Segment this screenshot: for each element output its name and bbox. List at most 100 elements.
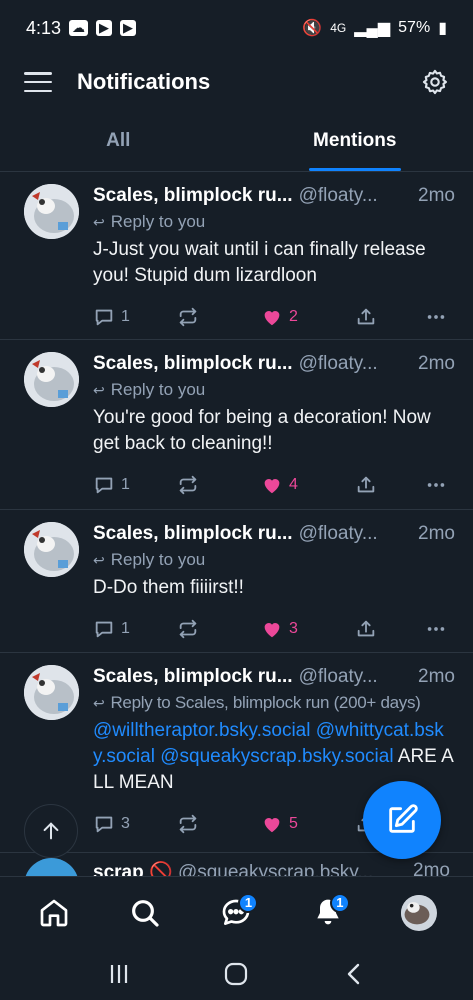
repost-button[interactable] bbox=[177, 474, 257, 496]
mention-link[interactable]: @willtheraptor.bsky.social bbox=[93, 720, 310, 741]
repost-icon bbox=[179, 307, 197, 327]
author-handle[interactable]: @floaty... bbox=[299, 184, 378, 208]
scroll-to-top-button[interactable] bbox=[24, 804, 78, 858]
nav-home[interactable] bbox=[26, 885, 82, 941]
reply-context[interactable]: ↩ Reply to you bbox=[93, 548, 455, 572]
more-button[interactable] bbox=[425, 474, 447, 496]
post-actions: 1 4 bbox=[93, 461, 455, 509]
reply-button[interactable]: 3 bbox=[93, 813, 173, 835]
reply-button[interactable]: 1 bbox=[93, 474, 173, 496]
reply-context[interactable]: ↩ Reply to you bbox=[93, 378, 455, 402]
reply-arrow-icon: ↩ bbox=[93, 214, 105, 230]
share-button[interactable] bbox=[355, 474, 425, 496]
back-button[interactable] bbox=[334, 954, 374, 994]
more-icon bbox=[427, 483, 445, 487]
tab-mentions[interactable]: Mentions bbox=[237, 120, 473, 171]
status-left: 4:13 ☁ ▶ ▶ bbox=[26, 18, 137, 39]
reply-to-text: Reply to you bbox=[110, 212, 206, 231]
notification-item[interactable]: Scales, blimplock ru... @floaty... 2mo ↩… bbox=[0, 172, 473, 340]
reply-to-text: Reply to you bbox=[110, 380, 206, 399]
recent-apps-button[interactable] bbox=[99, 954, 139, 994]
notification-item[interactable]: Scales, blimplock ru... @floaty... 2mo ↩… bbox=[0, 510, 473, 653]
reply-icon bbox=[95, 477, 113, 494]
share-icon bbox=[357, 476, 375, 493]
more-button[interactable] bbox=[425, 306, 447, 328]
repost-icon bbox=[179, 475, 197, 495]
post-text: You're good for being a decoration! Now … bbox=[93, 407, 431, 454]
heart-icon bbox=[264, 479, 280, 494]
author-name[interactable]: Scales, blimplock ru... bbox=[93, 184, 293, 208]
arrow-up-icon bbox=[43, 822, 59, 840]
repost-button[interactable] bbox=[177, 813, 257, 835]
author-name[interactable]: Scales, blimplock ru... bbox=[93, 522, 293, 546]
bottom-nav: 1 1 bbox=[0, 876, 473, 948]
home-system-button[interactable] bbox=[216, 954, 256, 994]
notification-item[interactable]: Scales, blimplock ru... @floaty... 2mo ↩… bbox=[0, 340, 473, 510]
author-handle[interactable]: @floaty... bbox=[299, 522, 378, 546]
battery-percent: 57% bbox=[398, 19, 431, 36]
like-count: 3 bbox=[289, 620, 298, 637]
repost-icon bbox=[179, 619, 197, 639]
repost-button[interactable] bbox=[177, 306, 257, 328]
like-button[interactable]: 3 bbox=[261, 618, 351, 640]
post-time: 2mo bbox=[418, 523, 455, 544]
like-count: 4 bbox=[289, 476, 298, 493]
share-button[interactable] bbox=[355, 618, 425, 640]
heart-icon bbox=[264, 311, 280, 326]
nav-chat[interactable]: 1 bbox=[208, 885, 264, 941]
reply-arrow-icon: ↩ bbox=[93, 382, 105, 398]
signal-icon: ▂▄▆ bbox=[354, 20, 391, 37]
like-button[interactable]: 5 bbox=[261, 813, 351, 835]
notification-feed[interactable]: Scales, blimplock ru... @floaty... 2mo ↩… bbox=[0, 172, 473, 876]
share-button[interactable] bbox=[355, 306, 425, 328]
home-icon bbox=[40, 899, 68, 926]
network-type: 4G bbox=[330, 21, 347, 35]
reply-context[interactable]: ↩ Reply to you bbox=[93, 210, 455, 234]
post-actions: 1 3 bbox=[93, 605, 455, 653]
reply-to-text: Reply to you bbox=[110, 550, 206, 569]
discord-notification-icon: ☁ bbox=[69, 20, 89, 36]
avatar[interactable] bbox=[24, 665, 79, 720]
reply-context[interactable]: ↩ Reply to Scales, blimplock run (200+ da… bbox=[93, 691, 455, 715]
status-bar: 4:13 ☁ ▶ ▶ 🔇 4G ▂▄▆ 57% ▮ bbox=[0, 0, 473, 56]
like-button[interactable]: 4 bbox=[261, 474, 351, 496]
avatar[interactable] bbox=[24, 858, 79, 878]
like-count: 5 bbox=[289, 815, 298, 832]
author-name[interactable]: Scales, blimplock ru... bbox=[93, 352, 293, 376]
avatar[interactable] bbox=[24, 352, 79, 407]
youtube-notification-icon-2: ▶ bbox=[120, 20, 137, 36]
avatar[interactable] bbox=[24, 184, 79, 239]
repost-button[interactable] bbox=[177, 618, 257, 640]
nav-search[interactable] bbox=[117, 885, 173, 941]
gear-icon[interactable] bbox=[421, 68, 449, 96]
menu-icon[interactable] bbox=[24, 72, 52, 92]
post-text: J-Just you wait until i can finally rele… bbox=[93, 239, 426, 286]
post-actions: 1 2 bbox=[93, 293, 455, 341]
post-text: D-Do them fiiiirst!! bbox=[93, 577, 244, 598]
battery-icon: ▮ bbox=[438, 20, 447, 37]
nav-notifications[interactable]: 1 bbox=[300, 885, 356, 941]
nav-profile[interactable] bbox=[391, 885, 447, 941]
reply-button[interactable]: 1 bbox=[93, 618, 173, 640]
reply-button[interactable]: 1 bbox=[93, 306, 173, 328]
reply-count: 1 bbox=[121, 308, 130, 325]
avatar[interactable] bbox=[24, 522, 79, 577]
reply-to-text: Reply to Scales, blimplock run (200+ day… bbox=[110, 693, 421, 712]
more-button[interactable] bbox=[425, 618, 447, 640]
author-name[interactable]: Scales, blimplock ru... bbox=[93, 665, 293, 689]
heart-icon bbox=[264, 623, 280, 638]
like-button[interactable]: 2 bbox=[261, 306, 351, 328]
home-circle-icon bbox=[225, 962, 248, 986]
author-handle[interactable]: @floaty... bbox=[299, 665, 378, 689]
tab-all[interactable]: All bbox=[0, 120, 237, 171]
compose-button[interactable] bbox=[363, 781, 441, 859]
mention-link[interactable]: @squeakyscrap.bsky.social bbox=[160, 746, 393, 767]
share-icon bbox=[357, 620, 375, 637]
reply-icon bbox=[95, 309, 113, 326]
reply-count: 1 bbox=[121, 620, 130, 637]
mute-icon: 🔇 bbox=[302, 20, 323, 37]
author-handle[interactable]: @floaty... bbox=[299, 352, 378, 376]
reply-arrow-icon: ↩ bbox=[93, 552, 105, 568]
more-icon bbox=[427, 627, 445, 631]
app-header: Notifications bbox=[0, 56, 473, 108]
